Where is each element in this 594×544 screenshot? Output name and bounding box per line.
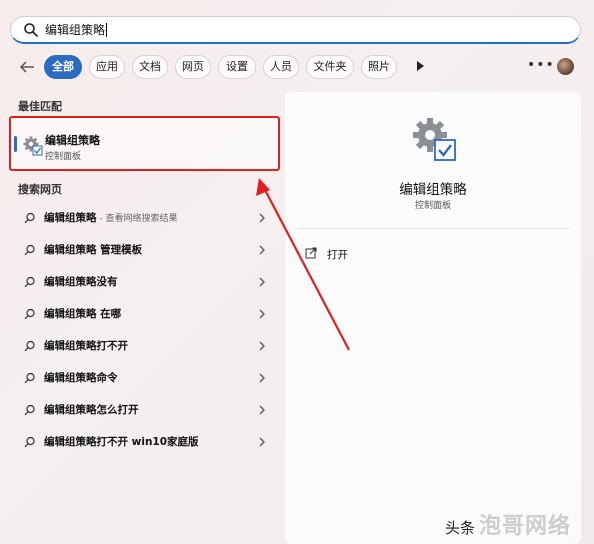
search-query: 编辑组策略 bbox=[45, 23, 106, 37]
chevron-right-icon bbox=[259, 309, 265, 319]
filter-chip-all[interactable]: 全部 bbox=[44, 55, 82, 79]
filter-chip-settings[interactable]: 设置 bbox=[218, 55, 256, 79]
web-suggestion-text: 编辑组策略命令 bbox=[44, 372, 118, 384]
group-policy-settings-icon bbox=[23, 136, 43, 156]
details-subtitle: 控制面板 bbox=[414, 201, 451, 211]
back-arrow-icon[interactable] bbox=[18, 58, 36, 76]
web-suggestion-item[interactable]: 编辑组策略 在哪 bbox=[14, 302, 276, 326]
web-suggestion-item[interactable]: 编辑组策略 管理模板 bbox=[14, 238, 276, 262]
chevron-right-icon bbox=[259, 373, 265, 383]
web-suggestion-item[interactable]: 编辑组策略 - 查看网络搜索结果 bbox=[14, 206, 276, 230]
search-icon bbox=[24, 22, 38, 37]
search-icon bbox=[24, 340, 35, 352]
search-input[interactable]: 编辑组策略 bbox=[10, 16, 581, 44]
search-icon bbox=[24, 212, 35, 224]
web-suggestion-text: 编辑组策略没有 bbox=[44, 276, 118, 288]
web-suggestion-text: 编辑组策略打不开 bbox=[44, 340, 128, 352]
filter-chip-documents[interactable]: 文档 bbox=[132, 55, 168, 79]
web-suggestion-item[interactable]: 编辑组策略没有 bbox=[14, 270, 276, 294]
best-match-subtitle: 控制面板 bbox=[45, 152, 82, 162]
web-suggestion-text: 编辑组策略打不开 win10家庭版 bbox=[44, 436, 199, 448]
details-title: 编辑组策略 bbox=[399, 182, 467, 198]
best-match-result[interactable]: 编辑组策略 控制面板 bbox=[9, 116, 280, 171]
filter-bar: 全部 应用 文档 网页 设置 人员 文件夹 照片 ••• bbox=[14, 55, 584, 79]
more-filters-play-icon[interactable] bbox=[417, 61, 424, 71]
search-icon bbox=[24, 244, 35, 256]
web-suggestion-text: 编辑组策略 管理模板 bbox=[44, 244, 143, 256]
best-match-heading: 最佳匹配 bbox=[18, 100, 62, 113]
chevron-right-icon bbox=[259, 405, 265, 415]
divider bbox=[297, 228, 569, 229]
filter-chip-people[interactable]: 人员 bbox=[263, 55, 299, 79]
web-suggestion-text: 编辑组策略 - 查看网络搜索结果 bbox=[44, 212, 178, 224]
more-options-icon[interactable]: ••• bbox=[527, 57, 555, 73]
best-match-title: 编辑组策略 bbox=[45, 134, 100, 147]
selection-indicator bbox=[14, 136, 17, 152]
open-action-label: 打开 bbox=[327, 249, 348, 261]
filter-chip-apps[interactable]: 应用 bbox=[89, 55, 125, 79]
open-external-icon bbox=[305, 247, 317, 259]
text-caret bbox=[106, 22, 108, 37]
chevron-right-icon bbox=[259, 437, 265, 447]
search-icon bbox=[24, 308, 35, 320]
web-suggestion-text: 编辑组策略 在哪 bbox=[44, 308, 122, 320]
web-search-heading: 搜索网页 bbox=[18, 183, 62, 196]
details-panel: 编辑组策略 控制面板 打开 bbox=[285, 92, 581, 544]
chevron-right-icon bbox=[259, 341, 265, 351]
search-icon bbox=[24, 276, 35, 288]
web-suggestion-item[interactable]: 编辑组策略怎么打开 bbox=[14, 398, 276, 422]
chevron-right-icon bbox=[259, 245, 265, 255]
avatar[interactable] bbox=[557, 58, 574, 75]
watermark: 头条 泡哥网络 bbox=[445, 508, 571, 540]
watermark-brand: 泡哥网络 bbox=[479, 514, 572, 539]
web-suggestion-item[interactable]: 编辑组策略打不开 win10家庭版 bbox=[14, 430, 276, 454]
search-icon bbox=[24, 372, 35, 384]
group-policy-settings-icon bbox=[413, 118, 456, 161]
search-icon bbox=[24, 404, 35, 416]
filter-chip-folders[interactable]: 文件夹 bbox=[306, 55, 354, 79]
web-suggestion-text: 编辑组策略怎么打开 bbox=[44, 404, 139, 416]
chevron-right-icon bbox=[259, 213, 265, 223]
search-icon bbox=[24, 436, 35, 448]
filter-chip-web[interactable]: 网页 bbox=[175, 55, 211, 79]
web-suggestion-item[interactable]: 编辑组策略打不开 bbox=[14, 334, 276, 358]
chevron-right-icon bbox=[259, 277, 265, 287]
web-suggestion-item[interactable]: 编辑组策略命令 bbox=[14, 366, 276, 390]
watermark-source: 头条 bbox=[445, 519, 476, 537]
filter-chip-photos[interactable]: 照片 bbox=[361, 55, 397, 79]
